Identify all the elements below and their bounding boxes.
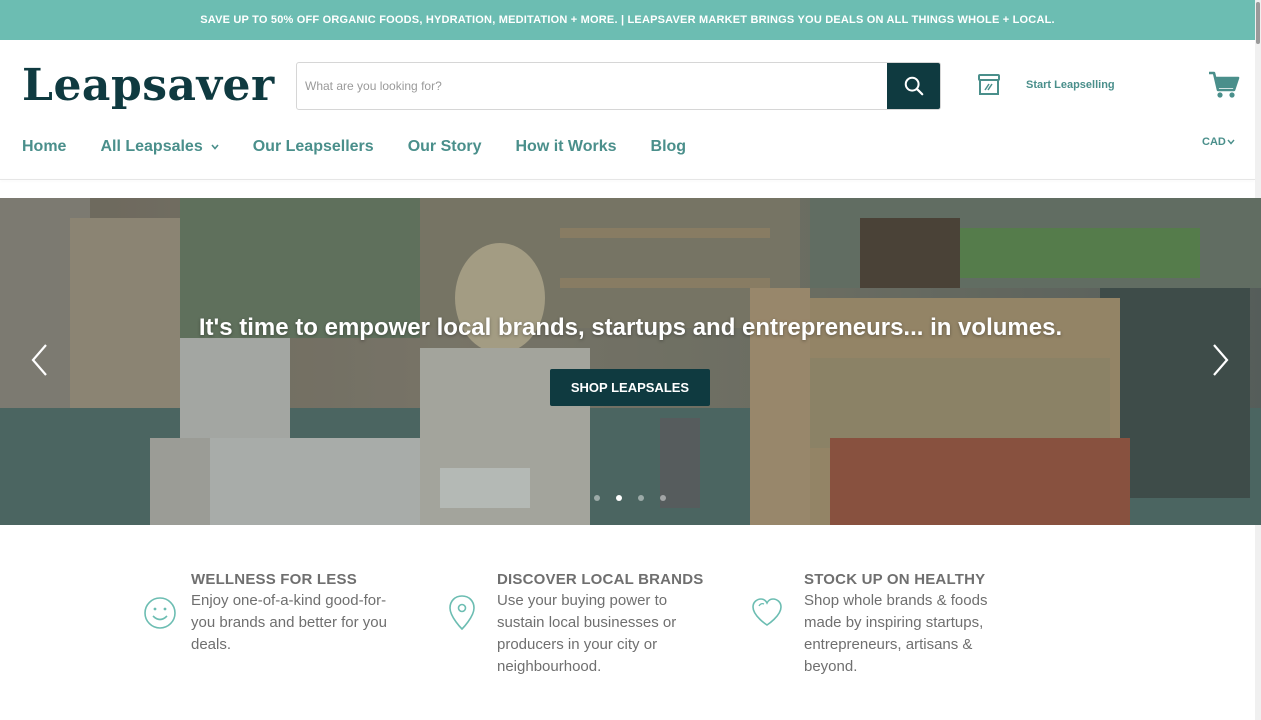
nav-item-how-it-works[interactable]: How it Works	[515, 138, 616, 156]
search-button[interactable]	[887, 63, 940, 109]
feature-title: STOCK UP ON HEALTHY	[804, 571, 986, 588]
feature-line: beyond.	[804, 658, 858, 675]
nav-item-our-leapsellers[interactable]: Our Leapsellers	[253, 138, 374, 156]
currency-selector[interactable]: CAD	[1202, 136, 1235, 148]
nav-item-all-leapsales[interactable]: All Leapsales	[100, 138, 219, 156]
feature-line: Enjoy one-of-a-kind good-for-	[191, 592, 387, 609]
hero-overlay	[0, 198, 1261, 525]
feature-line: Shop whole brands & foods	[804, 592, 988, 609]
slide-dot[interactable]	[660, 495, 666, 501]
nav-item-label: All Leapsales	[100, 138, 203, 155]
slideshow-prev-button[interactable]	[30, 343, 50, 382]
slide-dot[interactable]	[616, 495, 622, 501]
feature-line: entrepreneurs, artisans &	[804, 636, 973, 653]
shop-leapsales-button[interactable]: SHOP LEAPSALES	[550, 369, 710, 406]
feature-line: producers in your city or	[497, 636, 658, 653]
nav-item-label: Blog	[650, 138, 687, 155]
slideshow-dots	[594, 495, 666, 501]
feature-title: WELLNESS FOR LESS	[191, 571, 357, 588]
smile-icon	[144, 597, 176, 629]
chevron-left-icon	[31, 344, 47, 376]
main-nav: Home All Leapsales Our Leapsellers Our S…	[22, 138, 720, 156]
nav-item-label: Home	[22, 138, 67, 155]
feature-line: deals.	[191, 636, 232, 653]
feature-description: Shop whole brands & foods made by inspir…	[804, 590, 987, 678]
location-pin-icon	[449, 595, 475, 631]
feature-title: DISCOVER LOCAL BRANDS	[497, 571, 704, 588]
cart-button[interactable]	[1208, 70, 1240, 105]
feature-line: Use your buying power to	[497, 592, 668, 609]
currency-label: CAD	[1202, 136, 1226, 148]
slide-dot[interactable]	[594, 495, 600, 501]
nav-item-label: How it Works	[515, 138, 617, 155]
feature-line: neighbourhood.	[497, 658, 602, 675]
chevron-right-icon	[1213, 344, 1229, 376]
nav-item-label: Our Story	[407, 138, 482, 155]
search-icon	[904, 76, 923, 96]
nav-item-label: Our Leapsellers	[252, 138, 374, 155]
feature-description: Use your buying power to sustain local b…	[497, 590, 703, 678]
nav-item-blog[interactable]: Blog	[651, 138, 687, 156]
shopping-cart-icon	[1209, 71, 1240, 98]
feature-description: Enjoy one-of-a-kind good-for- you brands…	[191, 590, 387, 656]
header-divider	[0, 179, 1255, 180]
start-leapselling-link[interactable]: Start Leapselling	[976, 72, 1115, 98]
heart-icon	[752, 598, 782, 626]
nav-item-home[interactable]: Home	[22, 138, 66, 156]
hero-slideshow: It's time to empower local brands, start…	[0, 198, 1261, 525]
nav-item-our-story[interactable]: Our Story	[408, 138, 482, 156]
hero-title: It's time to empower local brands, start…	[198, 314, 1063, 341]
feature-line: you brands and better for you	[191, 614, 387, 631]
chevron-down-icon	[1227, 139, 1235, 145]
feature-local-brands: DISCOVER LOCAL BRANDS Use your buying po…	[447, 570, 703, 678]
announcement-bar: SAVE UP TO 50% OFF ORGANIC FOODS, HYDRAT…	[0, 0, 1255, 40]
scrollbar-thumb[interactable]	[1256, 2, 1260, 44]
chevron-down-icon	[211, 144, 219, 150]
feature-line: sustain local businesses or	[497, 614, 677, 631]
feature-wellness: WELLNESS FOR LESS Enjoy one-of-a-kind go…	[143, 570, 387, 656]
site-logo[interactable]: Leapsaver	[22, 60, 275, 111]
search-bar	[296, 62, 941, 110]
feature-line: made by inspiring startups,	[804, 614, 984, 631]
start-leapselling-label: Start Leapselling	[1026, 79, 1115, 91]
search-input[interactable]	[297, 63, 887, 109]
slide-dot[interactable]	[638, 495, 644, 501]
feature-stock-up: STOCK UP ON HEALTHY Shop whole brands & …	[750, 570, 987, 678]
slideshow-next-button[interactable]	[1210, 343, 1230, 382]
announcement-text: SAVE UP TO 50% OFF ORGANIC FOODS, HYDRAT…	[200, 14, 1055, 26]
storefront-icon	[978, 74, 1000, 95]
